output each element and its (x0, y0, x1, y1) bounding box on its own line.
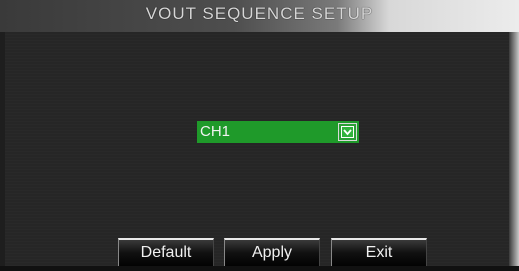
chevron-down-icon (341, 126, 354, 138)
bottom-edge (0, 266, 519, 271)
settings-panel (5, 32, 509, 266)
right-edge (509, 32, 519, 271)
title-bar: VOUT SEQUENCE SETUP (0, 0, 519, 32)
window-title: VOUT SEQUENCE SETUP (145, 4, 374, 23)
vout-sequence-setup-screen: VOUT SEQUENCE SETUP CH1 Default Apply Ex… (0, 0, 519, 271)
channel-select[interactable]: CH1 (197, 121, 359, 143)
default-button[interactable]: Default (118, 238, 214, 268)
channel-select-dropdown-button[interactable] (338, 123, 357, 141)
apply-button[interactable]: Apply (224, 238, 320, 268)
exit-button[interactable]: Exit (331, 238, 427, 268)
channel-select-value: CH1 (200, 123, 231, 140)
